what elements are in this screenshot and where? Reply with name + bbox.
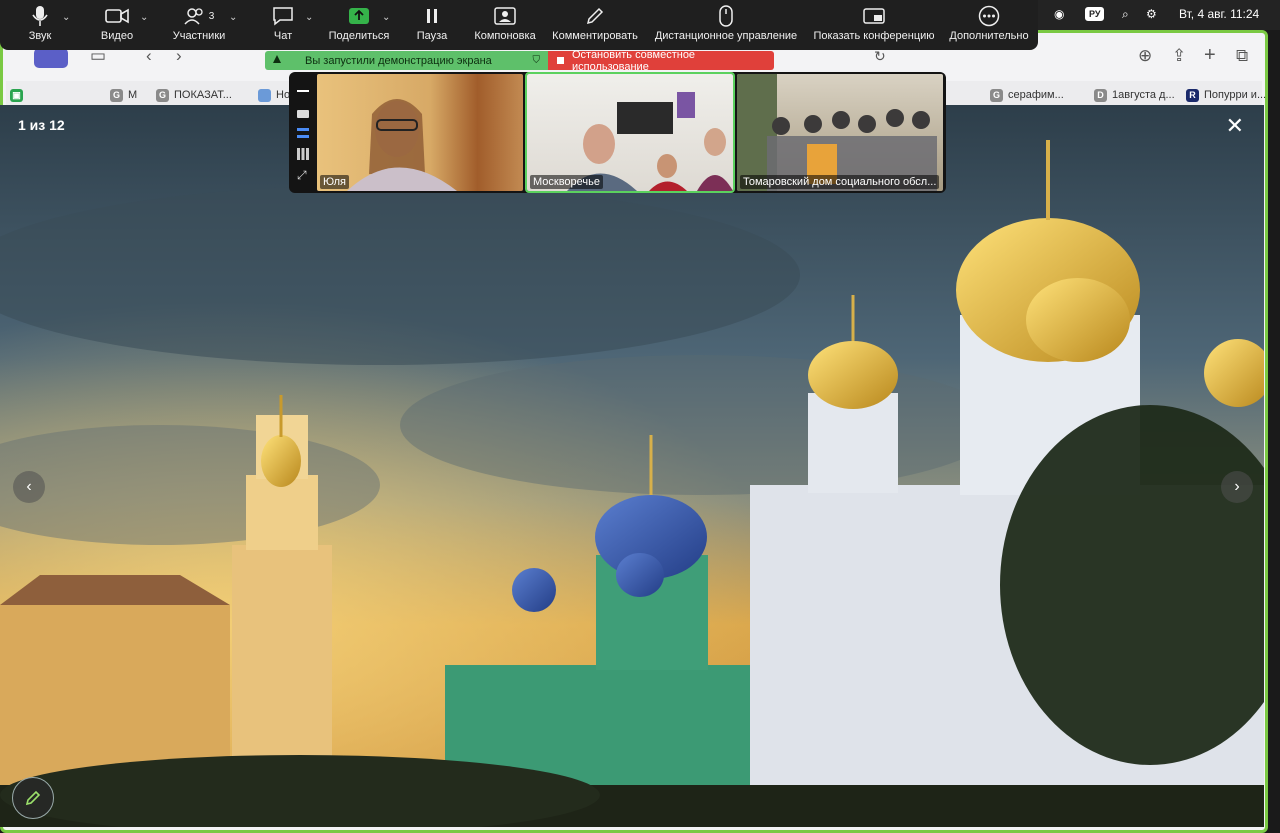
- tab-favicon-icon: G: [990, 88, 1003, 102]
- pause-icon: [425, 4, 439, 28]
- browser-tab[interactable]: R Попурри и...: [1186, 84, 1270, 106]
- tab-favicon-icon: D: [1094, 88, 1107, 102]
- share-icon[interactable]: ⇪: [1172, 46, 1186, 66]
- browser-tab[interactable]: G ПОКАЗАТ...: [156, 84, 236, 106]
- minimize-icon[interactable]: [297, 90, 309, 92]
- browser-tab[interactable]: GМ: [110, 84, 140, 106]
- tab-favicon-icon: G: [156, 88, 169, 102]
- video-thumbnail-strip: ⤢ Юля Москворечье Томаровский дом социал…: [289, 72, 946, 193]
- tab-favicon-icon: R: [1186, 88, 1199, 102]
- photo-viewer: 1 из 12 ✕ ‹ ›: [0, 105, 1264, 827]
- annotate-button[interactable]: Комментировать: [550, 4, 640, 46]
- video-button[interactable]: Видео: [96, 4, 138, 46]
- pause-button[interactable]: Пауза: [414, 4, 450, 46]
- photo-image: [0, 105, 1264, 827]
- mouse-icon: [718, 4, 734, 28]
- previous-slide-button[interactable]: ‹: [13, 471, 45, 503]
- chat-button[interactable]: Чат: [268, 4, 298, 46]
- share-screen-button[interactable]: Поделиться: [326, 4, 392, 46]
- participant-video: [347, 99, 457, 191]
- user-icon[interactable]: ◉: [1054, 7, 1064, 21]
- control-center-icon[interactable]: ⚙: [1146, 7, 1157, 21]
- single-view-icon[interactable]: [297, 110, 309, 118]
- remote-control-button[interactable]: Дистанционное управление: [652, 4, 800, 46]
- browser-tab[interactable]: D 1августа д...: [1094, 84, 1176, 106]
- participant-name: Москворечье: [530, 175, 604, 189]
- stop-icon: [557, 57, 564, 64]
- new-tab-icon[interactable]: +: [1204, 44, 1216, 67]
- chevron-down-icon[interactable]: ⌄: [305, 12, 313, 23]
- grid-view-icon[interactable]: [297, 148, 309, 160]
- video-tile-active[interactable]: Москворечье: [525, 72, 735, 193]
- clock[interactable]: Вт, 4 авг. 11:24: [1179, 7, 1259, 21]
- layout-icon: [494, 4, 516, 28]
- more-button[interactable]: Дополнительно: [946, 4, 1032, 46]
- search-icon[interactable]: ⌕: [1122, 7, 1129, 22]
- participants-button[interactable]: 3 Участники: [170, 4, 228, 46]
- share-indicator-icon: [271, 53, 283, 68]
- participant-video: [737, 74, 937, 191]
- view-controls: ⤢: [293, 90, 313, 190]
- video-tile[interactable]: Томаровский дом социального обсл...: [737, 74, 943, 191]
- tab-overview-icon[interactable]: ⧉: [1236, 46, 1248, 66]
- reload-icon[interactable]: ↻: [874, 48, 886, 65]
- close-icon[interactable]: ✕: [1226, 113, 1244, 139]
- browser-tab[interactable]: ▣: [10, 84, 23, 106]
- more-icon: [978, 4, 1000, 28]
- stop-share-label: Остановить совместное использование: [571, 48, 696, 73]
- chevron-down-icon[interactable]: ⌄: [229, 12, 237, 23]
- participants-icon: 3: [184, 4, 215, 28]
- strip-view-icon[interactable]: [297, 128, 309, 138]
- app-sidebar-button[interactable]: [34, 48, 68, 68]
- edit-button[interactable]: [12, 777, 54, 819]
- chevron-right-icon: ›: [1234, 478, 1240, 495]
- chat-icon: [272, 4, 294, 28]
- participant-video: [567, 92, 733, 191]
- participant-name: Юля: [320, 175, 349, 189]
- layout-button[interactable]: Компоновка: [472, 4, 538, 46]
- share-screen-icon: [348, 4, 370, 28]
- participants-count: 3: [208, 10, 215, 22]
- video-tile[interactable]: Юля: [317, 74, 523, 191]
- tab-favicon-icon: G: [110, 88, 123, 102]
- pencil-icon: [25, 790, 41, 806]
- microphone-icon: [31, 4, 49, 28]
- system-menubar: ◉ РУ ⌕ ⚙ Вт, 4 авг. 11:24: [1038, 0, 1280, 30]
- chevron-down-icon[interactable]: ⌄: [62, 12, 70, 23]
- input-language-indicator[interactable]: РУ: [1085, 7, 1105, 21]
- share-status-banner: Вы запустили демонстрацию экрана ⛉: [265, 51, 548, 70]
- slide-counter: 1 из 12: [18, 117, 65, 133]
- browser-tab[interactable]: Gсерафим...: [990, 84, 1078, 106]
- tab-favicon-icon: [258, 88, 271, 102]
- chevron-left-icon: ‹: [26, 478, 32, 495]
- pencil-icon: [585, 4, 605, 28]
- audio-button[interactable]: Звук: [20, 4, 60, 46]
- chevron-down-icon[interactable]: ⌄: [140, 12, 148, 23]
- participant-name: Томаровский дом социального обсл...: [740, 175, 940, 189]
- stop-share-button[interactable]: Остановить совместное использование: [548, 48, 774, 73]
- video-camera-icon: [105, 4, 129, 28]
- zoom-toolbar: Звук ⌄ Видео ⌄ 3 Участники ⌄ Чат ⌄ Подел…: [0, 0, 1038, 50]
- show-meeting-button[interactable]: Показать конференцию: [812, 4, 936, 46]
- next-slide-button[interactable]: ›: [1221, 471, 1253, 503]
- show-meeting-icon: [863, 4, 885, 28]
- shield-icon: ⛉: [532, 55, 541, 66]
- download-icon[interactable]: ⊕: [1138, 46, 1152, 66]
- share-status-text: Вы запустили демонстрацию экрана: [305, 54, 492, 67]
- tab-favicon-icon: ▣: [10, 88, 23, 102]
- chevron-down-icon[interactable]: ⌄: [382, 12, 390, 23]
- expand-icon[interactable]: ⤢: [297, 168, 307, 183]
